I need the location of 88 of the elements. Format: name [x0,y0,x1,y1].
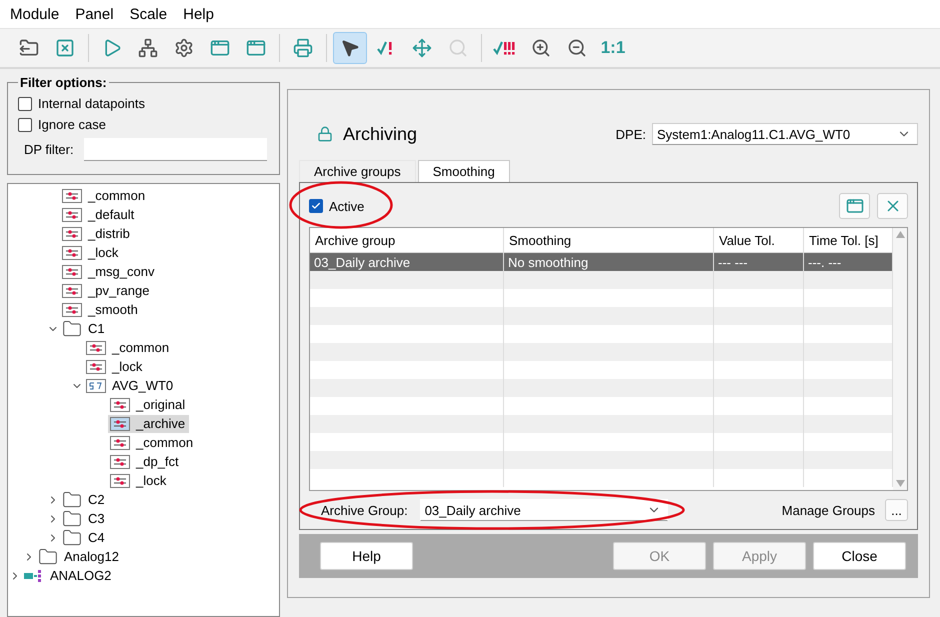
config-icon [62,208,82,222]
structure-icon [138,38,158,58]
settings-icon [174,38,194,58]
dpe-dropdown[interactable]: System1:Analog11.C1.AVG_WT0 [652,123,918,145]
config-icon [110,436,130,450]
config-icon [110,454,130,468]
tree-item[interactable]: _common [108,434,198,452]
check-alerts-icon [493,40,517,56]
search-icon [448,38,468,58]
menu-item[interactable]: Module [2,6,68,22]
field-label: Archive Group: [321,502,408,518]
menu-item[interactable]: Scale [122,6,176,22]
tree-item[interactable]: ANALOG2 [22,566,116,584]
tree-item[interactable]: _dp_fct [108,452,183,470]
tree-item[interactable]: AVG_WT0 [84,376,178,394]
checkbox[interactable]: Internal datapoints [18,96,269,111]
config-icon [62,264,82,278]
config-icon [62,226,82,240]
dialog-button[interactable]: Close [813,542,906,570]
pointer-icon [340,38,360,58]
dp-filter-field[interactable] [84,138,267,161]
zoom-out-icon [567,38,587,58]
panel-title: Archiving [343,124,418,144]
config-icon [62,284,82,298]
edit-button[interactable] [839,193,870,219]
config-icon [86,360,106,374]
toolbar-button[interactable] [333,32,367,64]
column-header[interactable]: Smoothing [504,228,714,252]
tree-item[interactable]: _distrib [60,224,134,242]
checkbox[interactable]: Ignore case [18,117,269,132]
folder-icon [62,490,82,510]
move-icon [412,38,432,58]
archive-group-dropdown[interactable]: 03_Daily archive [420,499,668,521]
config-icon [110,474,130,488]
more-button[interactable]: ... [885,499,908,521]
tree-item[interactable]: _original [108,396,190,414]
datapoint-icon [24,570,44,582]
tree-item[interactable]: C2 [60,490,109,508]
field-label: DP filter: [24,142,74,157]
tab[interactable]: Smoothing [418,160,510,182]
column-header[interactable]: Value Tol. [714,228,804,252]
tree-item[interactable]: _archive [108,414,190,432]
folder-icon [62,508,82,528]
config-icon [62,302,82,316]
manage-groups-label: Manage Groups [782,502,875,518]
tab[interactable]: Archive groups [299,160,416,182]
tree-item[interactable]: _default [60,206,138,224]
tree-item[interactable]: _lock [60,244,122,262]
active-checkbox[interactable]: Active [309,198,364,214]
group-title: Filter options: [19,75,108,90]
dialog-button[interactable]: Help [320,542,413,570]
window-icon [246,38,266,58]
tree-item[interactable]: _msg_conv [60,262,158,280]
zoom-in-icon [531,38,551,58]
close-icon [55,38,75,58]
tree-item[interactable]: C3 [60,510,109,528]
field-label: DPE: [616,126,646,142]
tree-item[interactable]: _pv_range [60,282,154,300]
menu-item[interactable]: Help [175,6,222,22]
config-icon [62,188,82,202]
tree-item[interactable]: _common [84,338,174,356]
column-header[interactable]: Archive group [310,228,504,252]
tree-item[interactable]: _lock [84,358,146,376]
window-icon [846,197,864,215]
tree-item[interactable]: Analog12 [36,548,123,566]
tree-item[interactable]: _common [60,186,150,204]
config-icon [62,246,82,260]
folder-icon [19,38,39,58]
value-icon [86,378,106,392]
checkbox-box[interactable] [18,96,32,110]
folder-icon [62,318,82,338]
config-icon [110,416,130,430]
tree-item[interactable]: C4 [60,528,109,546]
tree-item[interactable]: _smooth [60,300,142,318]
config-icon [86,340,106,354]
menu-item[interactable]: Panel [67,6,122,22]
checkbox-box[interactable] [18,118,32,132]
delete-button[interactable] [877,193,908,219]
checkbox-box[interactable] [309,199,323,213]
tree-item[interactable]: C1 [60,320,109,338]
tree-item[interactable]: _lock [108,472,170,490]
config-icon [110,398,130,412]
folder-icon [62,528,82,548]
printer-icon [293,38,313,58]
folder-icon [38,546,58,566]
lock-icon [317,126,333,142]
table-row[interactable]: 03_Daily archive No smoothing --- --- ---. --- [310,253,893,271]
window-icon [210,38,230,58]
